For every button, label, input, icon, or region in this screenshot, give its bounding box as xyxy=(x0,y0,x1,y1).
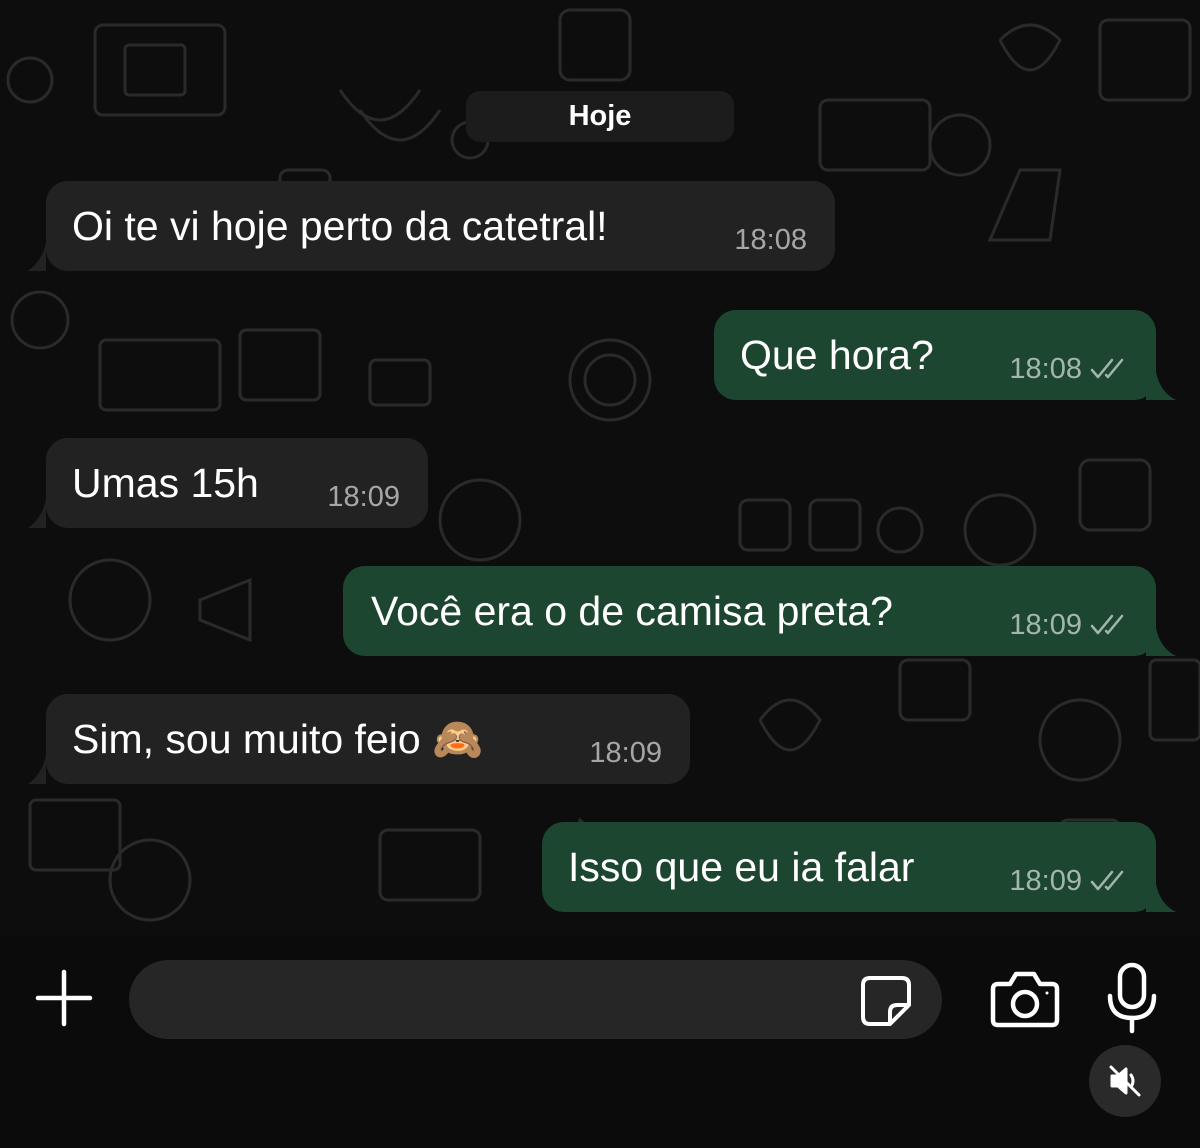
message-input[interactable] xyxy=(129,960,942,1039)
bubble-tail xyxy=(28,243,46,271)
speaker-muted-icon xyxy=(1109,1065,1141,1097)
message-time: 18:09 xyxy=(589,738,662,768)
message-text: Você era o de camisa preta? xyxy=(371,588,893,634)
mute-audio-button[interactable] xyxy=(1089,1045,1161,1117)
microphone-icon[interactable] xyxy=(1105,962,1159,1034)
message-bubble-outgoing[interactable]: Isso que eu ia falar 18:09 xyxy=(542,822,1176,912)
message-time: 18:08 xyxy=(1009,354,1130,384)
plus-icon[interactable] xyxy=(34,968,94,1028)
date-separator: Hoje xyxy=(466,91,734,142)
message-bubble-incoming[interactable]: Oi te vi hoje perto da catetral! 18:08 xyxy=(28,181,835,271)
read-ticks-icon xyxy=(1090,870,1124,891)
camera-icon[interactable] xyxy=(990,968,1060,1030)
message-timestamp: 18:08 xyxy=(1009,353,1082,385)
bubble-tail xyxy=(1146,884,1176,912)
message-time: 18:09 xyxy=(327,482,400,512)
message-timestamp: 18:09 xyxy=(1009,865,1082,897)
bubble-tail xyxy=(28,756,46,784)
message-text: Oi te vi hoje perto da catetral! xyxy=(72,203,608,249)
message-timestamp: 18:09 xyxy=(589,737,662,769)
message-timestamp: 18:08 xyxy=(734,224,807,256)
message-timestamp: 18:09 xyxy=(327,481,400,513)
read-ticks-icon xyxy=(1090,358,1124,379)
message-time: 18:08 xyxy=(734,225,807,255)
message-time: 18:09 xyxy=(1009,866,1130,896)
read-ticks-icon xyxy=(1090,614,1124,635)
message-text: Umas 15h xyxy=(72,460,259,506)
bubble-tail xyxy=(1146,372,1176,400)
message-bubble-incoming[interactable]: Sim, sou muito feio 🙈 18:09 xyxy=(28,694,690,784)
bubble-tail xyxy=(1146,628,1176,656)
message-bubble-outgoing[interactable]: Que hora? 18:08 xyxy=(714,310,1176,400)
message-bubble-outgoing[interactable]: Você era o de camisa preta? 18:09 xyxy=(343,566,1176,656)
message-text: Sim, sou muito feio 🙈 xyxy=(72,716,484,762)
chat-area[interactable]: Hoje Oi te vi hoje perto da catetral! 18… xyxy=(0,0,1200,935)
bubble-tail xyxy=(28,500,46,528)
message-text: Isso que eu ia falar xyxy=(568,844,915,890)
whatsapp-chat-screen: Hoje Oi te vi hoje perto da catetral! 18… xyxy=(0,0,1200,1148)
message-bubble-incoming[interactable]: Umas 15h 18:09 xyxy=(28,438,428,528)
message-text: Que hora? xyxy=(740,332,934,378)
message-time: 18:09 xyxy=(1009,610,1130,640)
sticker-icon[interactable] xyxy=(860,975,912,1027)
message-timestamp: 18:09 xyxy=(1009,609,1082,641)
date-separator-label: Hoje xyxy=(568,100,632,132)
